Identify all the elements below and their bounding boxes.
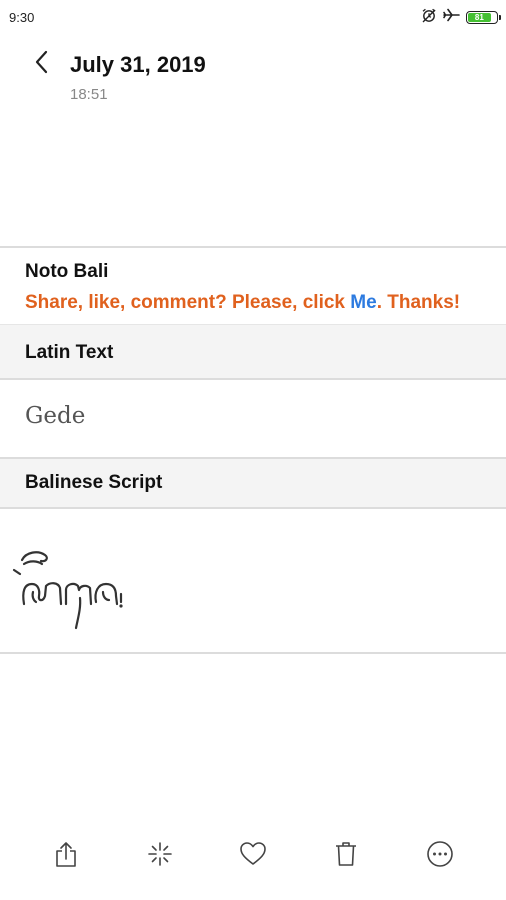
more-icon bbox=[426, 840, 454, 873]
promo-text: Share, like, comment? Please, click Me. … bbox=[25, 292, 460, 314]
back-button[interactable] bbox=[28, 50, 56, 78]
battery-icon: 81 bbox=[466, 10, 501, 24]
header: July 31, 2019 18:51 bbox=[0, 40, 506, 110]
effects-button[interactable] bbox=[134, 830, 186, 882]
airplane-icon bbox=[443, 7, 460, 28]
promo-link[interactable]: Me bbox=[350, 292, 376, 313]
status-bar: 9:30 81 bbox=[0, 0, 506, 34]
latin-label: Latin Text bbox=[25, 342, 114, 363]
latin-value: Gede bbox=[25, 403, 86, 429]
script-section-header: Balinese Script bbox=[0, 459, 506, 507]
script-area bbox=[0, 508, 506, 652]
delete-button[interactable] bbox=[320, 830, 372, 882]
note-header: Noto Bali Share, like, comment? Please, … bbox=[0, 250, 506, 324]
more-button[interactable] bbox=[414, 830, 466, 882]
balinese-script-image bbox=[12, 551, 123, 630]
bottom-toolbar bbox=[0, 830, 506, 882]
heart-icon bbox=[239, 841, 267, 872]
share-icon bbox=[53, 840, 79, 873]
latin-section-header: Latin Text bbox=[0, 325, 506, 378]
chevron-left-icon bbox=[34, 50, 50, 79]
share-button[interactable] bbox=[40, 830, 92, 882]
note-title: Noto Bali bbox=[25, 261, 109, 282]
divider bbox=[0, 652, 506, 654]
status-icons: 81 bbox=[421, 7, 501, 28]
page-title: July 31, 2019 bbox=[70, 52, 206, 77]
promo-prefix: Share, like, comment? Please, click bbox=[25, 292, 351, 313]
divider bbox=[0, 246, 506, 248]
sparkle-icon bbox=[146, 840, 174, 873]
script-label: Balinese Script bbox=[25, 472, 163, 493]
status-time: 9:30 bbox=[9, 10, 35, 25]
promo-suffix: . Thanks! bbox=[376, 292, 461, 313]
favorite-button[interactable] bbox=[227, 830, 279, 882]
battery-level: 81 bbox=[468, 12, 491, 22]
divider bbox=[0, 378, 506, 380]
alarm-off-icon bbox=[421, 7, 437, 28]
page-timestamp: 18:51 bbox=[70, 86, 108, 103]
trash-icon bbox=[333, 840, 359, 873]
